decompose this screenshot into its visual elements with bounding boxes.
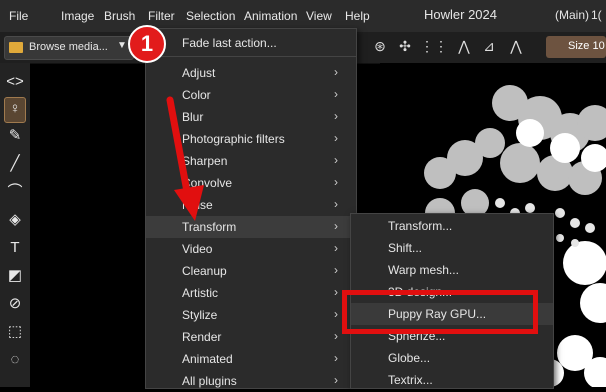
menu-item-artistic[interactable]: Artistic ›	[146, 282, 356, 304]
menu-item-stylize[interactable]: Stylize ›	[146, 304, 356, 326]
app-title: Howler 2024	[424, 7, 497, 22]
submenu-item-textrix[interactable]: Textrix...	[351, 369, 553, 391]
brush-size-button[interactable]: Size 10	[546, 36, 606, 58]
tool-panel: <> ♀ ✎ ╱ ⌒ ◈ T ◩ ⊘ ⬚ ◌	[0, 63, 30, 387]
eraser-tool-icon[interactable]: ⊘	[4, 293, 26, 315]
submenu-item-label: Textrix...	[388, 373, 433, 387]
menu-item-label: Render	[182, 330, 222, 344]
submenu-item-label: Transform...	[388, 219, 453, 233]
shape-tool-icon[interactable]: ◩	[4, 265, 26, 287]
menu-item-label: Animated	[182, 352, 233, 366]
perspective2-icon[interactable]: ⋀	[507, 37, 525, 55]
menu-item-label: Video	[182, 242, 213, 256]
arrow-icon	[166, 96, 204, 221]
settings-icon[interactable]: ⊛	[371, 37, 389, 55]
submenu-item-transform[interactable]: Transform...	[351, 215, 553, 237]
chevron-right-icon: ›	[334, 263, 338, 277]
symmetry-icon[interactable]: ⋀	[455, 37, 473, 55]
menu-item-label: All plugins	[182, 374, 237, 388]
menu-animation[interactable]: Animation	[244, 9, 297, 23]
menu-image[interactable]: Image	[61, 9, 94, 23]
folder-icon	[9, 42, 23, 53]
chevron-right-icon: ›	[334, 175, 338, 189]
menu-brush[interactable]: Brush	[104, 9, 135, 23]
chevron-right-icon: ›	[334, 109, 338, 123]
ellipse-select-icon[interactable]: ◌	[4, 349, 26, 371]
chevron-down-icon: ▼	[117, 40, 127, 51]
menu-filter[interactable]: Filter	[148, 9, 175, 23]
submenu-item-label: Shift...	[388, 241, 423, 255]
menu-item-label: Fade last action...	[182, 36, 277, 50]
chevron-right-icon: ›	[334, 65, 338, 79]
submenu-item-label: Globe...	[388, 351, 431, 365]
submenu-item-warp-mesh[interactable]: Warp mesh...	[351, 259, 553, 281]
curve-tool-icon[interactable]: ⌒	[4, 181, 26, 203]
browse-media-label: Browse media...	[29, 41, 108, 53]
fill-tool-icon[interactable]: ◈	[4, 209, 26, 231]
chevron-right-icon: ›	[334, 307, 338, 321]
menu-separator	[146, 56, 356, 57]
menu-view[interactable]: View	[306, 9, 332, 23]
chevron-right-icon: ›	[334, 197, 338, 211]
browse-media-button[interactable]: Browse media... ▼	[4, 36, 134, 60]
main-label: (Main)	[555, 8, 590, 22]
step-badge: 1	[128, 25, 166, 63]
menu-item-fade-last-action[interactable]: Fade last action...	[146, 32, 356, 54]
chevron-right-icon: ›	[334, 285, 338, 299]
line-tool-icon[interactable]: ╱	[4, 153, 26, 175]
chevron-right-icon: ›	[334, 131, 338, 145]
header-value: 1(	[591, 8, 602, 22]
chevron-right-icon: ›	[334, 329, 338, 343]
expand-icon[interactable]: <>	[4, 71, 26, 93]
menu-item-label: Stylize	[182, 308, 218, 322]
brush-size-label: Size 10	[568, 40, 605, 52]
menu-item-label: Cleanup	[182, 264, 227, 278]
submenu-item-globe[interactable]: Globe...	[351, 347, 553, 369]
grid-icon[interactable]: ⋮⋮	[420, 37, 448, 55]
brush-tool-icon[interactable]: ✎	[4, 125, 26, 147]
menu-selection[interactable]: Selection	[186, 9, 235, 23]
menu-file[interactable]: File	[9, 9, 28, 23]
menu-help[interactable]: Help	[345, 9, 370, 23]
menu-item-render[interactable]: Render ›	[146, 326, 356, 348]
chevron-right-icon: ›	[334, 87, 338, 101]
pin-icon[interactable]: ✣	[396, 37, 414, 55]
chevron-right-icon: ›	[334, 153, 338, 167]
highlight-box	[342, 290, 538, 334]
rect-select-icon[interactable]: ⬚	[4, 321, 26, 343]
menu-item-all-plugins[interactable]: All plugins ›	[146, 370, 356, 392]
menu-item-adjust[interactable]: Adjust ›	[146, 62, 356, 84]
menu-item-label: Adjust	[182, 66, 216, 80]
chevron-right-icon: ›	[334, 219, 338, 233]
chevron-right-icon: ›	[334, 241, 338, 255]
menu-item-video[interactable]: Video ›	[146, 238, 356, 260]
submenu-item-label: Warp mesh...	[388, 263, 459, 277]
chevron-right-icon: ›	[334, 351, 338, 365]
menu-item-cleanup[interactable]: Cleanup ›	[146, 260, 356, 282]
chevron-right-icon: ›	[334, 373, 338, 387]
text-tool-icon[interactable]: T	[4, 237, 26, 259]
perspective-icon[interactable]: ⊿	[480, 37, 498, 55]
submenu-item-shift[interactable]: Shift...	[351, 237, 553, 259]
menu-item-label: Artistic	[182, 286, 218, 300]
menu-item-animated[interactable]: Animated ›	[146, 348, 356, 370]
person-tool-icon[interactable]: ♀	[4, 97, 26, 123]
